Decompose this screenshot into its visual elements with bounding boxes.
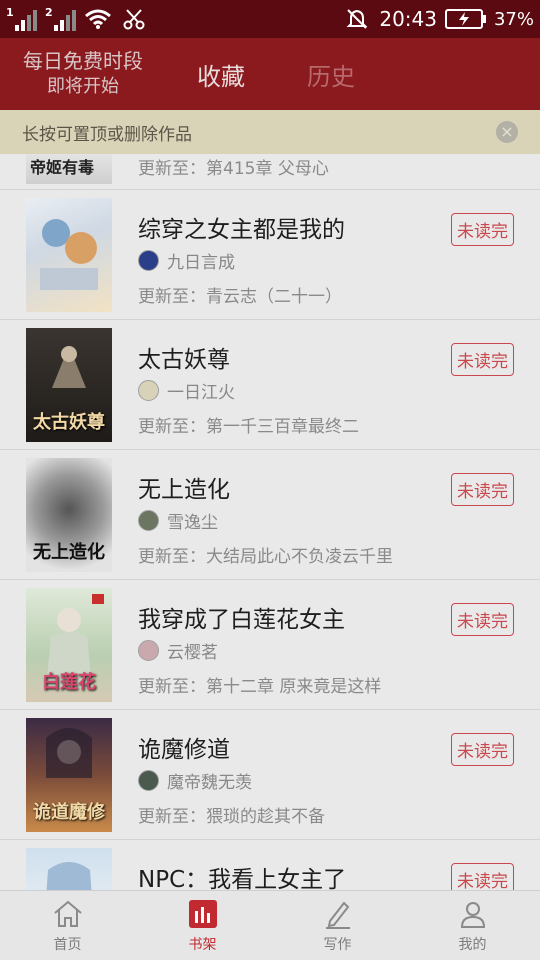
top-header: 每日免费时段 即将开始 收藏 历史 xyxy=(0,38,540,110)
book-cover: 白莲花 xyxy=(26,588,112,702)
book-title: 综穿之女主都是我的 xyxy=(138,217,345,243)
book-update: 更新至：青云志（二十一） xyxy=(138,287,342,307)
list-item[interactable]: 诡道魔修 诡魔修道 魔帝魏无羡 更新至：猥琐的趁其不备 未读完 xyxy=(0,710,540,840)
nav-write[interactable]: 写作 xyxy=(270,891,405,960)
list-item[interactable]: 太古妖尊 太古妖尊 一日江火 更新至：第一千三百章最终二 未读完 xyxy=(0,320,540,450)
sim2-signal-icon: 2 xyxy=(45,7,76,31)
book-update: 更新至：猥琐的趁其不备 xyxy=(138,807,325,827)
book-author: 一日江火 xyxy=(167,383,235,403)
list-item[interactable]: 帝姬有毒 更新至：第415章 父母心 xyxy=(0,154,540,190)
list-item[interactable]: NPC：我看上女主了 未读完 xyxy=(0,840,540,890)
book-update: 更新至：第一千三百章最终二 xyxy=(138,417,359,437)
book-cover: 太古妖尊 xyxy=(26,328,112,442)
author-avatar xyxy=(138,640,159,661)
nav-home-label: 首页 xyxy=(53,937,82,953)
book-title: 太古妖尊 xyxy=(138,347,230,373)
free-period-banner[interactable]: 每日免费时段 即将开始 xyxy=(0,48,166,100)
unread-badge: 未读完 xyxy=(451,343,514,376)
nav-profile[interactable]: 我的 xyxy=(405,891,540,960)
hint-text: 长按可置顶或删除作品 xyxy=(22,124,192,145)
list-item[interactable]: 综穿之女主都是我的 九日言成 更新至：青云志（二十一） 未读完 xyxy=(0,190,540,320)
cover-title: 帝姬有毒 xyxy=(30,158,95,177)
book-cover xyxy=(26,848,112,890)
book-cover: 无上造化 xyxy=(26,458,112,572)
status-bar: 1 2 20:43 37% xyxy=(0,0,540,38)
book-cover: 诡道魔修 xyxy=(26,718,112,832)
book-author: 魔帝魏无羡 xyxy=(167,773,252,793)
nav-bookshelf[interactable]: 书架 xyxy=(135,891,270,960)
bookshelf-icon xyxy=(186,897,220,931)
unread-badge: 未读完 xyxy=(451,733,514,766)
book-title: 诡魔修道 xyxy=(138,737,230,763)
book-title: NPC：我看上女主了 xyxy=(138,867,347,890)
unread-badge: 未读完 xyxy=(451,603,514,636)
book-author: 九日言成 xyxy=(167,253,235,273)
bottom-nav: 首页 书架 写作 我的 xyxy=(0,890,540,960)
bookshelf-list: 帝姬有毒 更新至：第415章 父母心 综穿之女主都是我的 九日言成 更新至：青云… xyxy=(0,154,540,890)
home-icon xyxy=(51,897,85,931)
unread-badge: 未读完 xyxy=(451,863,514,890)
book-title: 我穿成了白莲花女主 xyxy=(138,607,345,633)
book-title: 无上造化 xyxy=(138,477,230,503)
book-author: 云樱茗 xyxy=(167,643,218,663)
close-icon[interactable]: × xyxy=(496,121,518,143)
book-update: 更新至：第十二章 原来竟是这样 xyxy=(138,677,382,697)
sim1-number: 1 xyxy=(6,6,14,19)
sim2-number: 2 xyxy=(45,6,53,19)
free-period-title: 每日免费时段 xyxy=(23,49,143,73)
hint-bar: 长按可置顶或删除作品 × xyxy=(0,110,540,154)
pen-icon xyxy=(321,897,355,931)
unread-badge: 未读完 xyxy=(451,473,514,506)
muted-bell-icon xyxy=(343,7,371,31)
battery-percent: 37% xyxy=(493,8,534,30)
cover-title: 无上造化 xyxy=(33,542,105,563)
sim1-signal-icon: 1 xyxy=(6,7,37,31)
cover-title: 太古妖尊 xyxy=(33,412,105,433)
wifi-icon xyxy=(84,7,112,31)
unread-badge: 未读完 xyxy=(451,213,514,246)
author-avatar xyxy=(138,250,159,271)
book-cover xyxy=(26,198,112,312)
nav-bookshelf-label: 书架 xyxy=(188,937,217,953)
author-avatar xyxy=(138,380,159,401)
author-avatar xyxy=(138,510,159,531)
free-period-subtitle: 即将开始 xyxy=(47,76,119,97)
author-row: 云樱茗 xyxy=(138,638,218,663)
status-left: 1 2 xyxy=(6,7,148,31)
book-update: 更新至：大结局此心不负凌云千里 xyxy=(138,547,393,567)
list-item[interactable]: 无上造化 无上造化 雪逸尘 更新至：大结局此心不负凌云千里 未读完 xyxy=(0,450,540,580)
tab-history[interactable]: 历史 xyxy=(276,57,386,92)
list-item[interactable]: 白莲花 我穿成了白莲花女主 云樱茗 更新至：第十二章 原来竟是这样 未读完 xyxy=(0,580,540,710)
author-row: 一日江火 xyxy=(138,378,235,403)
battery-icon xyxy=(444,9,486,29)
tab-favorites[interactable]: 收藏 xyxy=(166,57,276,92)
scissors-icon xyxy=(120,7,148,31)
author-row: 雪逸尘 xyxy=(138,508,218,533)
cover-title: 白莲花 xyxy=(42,672,96,693)
nav-profile-label: 我的 xyxy=(458,937,487,953)
person-icon xyxy=(456,897,490,931)
status-right: 20:43 37% xyxy=(343,7,534,31)
author-avatar xyxy=(138,770,159,791)
author-row: 九日言成 xyxy=(138,248,235,273)
book-update: 更新至：第415章 父母心 xyxy=(138,159,329,179)
nav-home[interactable]: 首页 xyxy=(0,891,135,960)
author-row: 魔帝魏无羡 xyxy=(138,768,252,793)
cover-title: 诡道魔修 xyxy=(33,802,105,823)
book-cover: 帝姬有毒 xyxy=(26,154,112,184)
nav-write-label: 写作 xyxy=(323,937,352,953)
book-author: 雪逸尘 xyxy=(167,513,218,533)
clock: 20:43 xyxy=(379,7,437,31)
